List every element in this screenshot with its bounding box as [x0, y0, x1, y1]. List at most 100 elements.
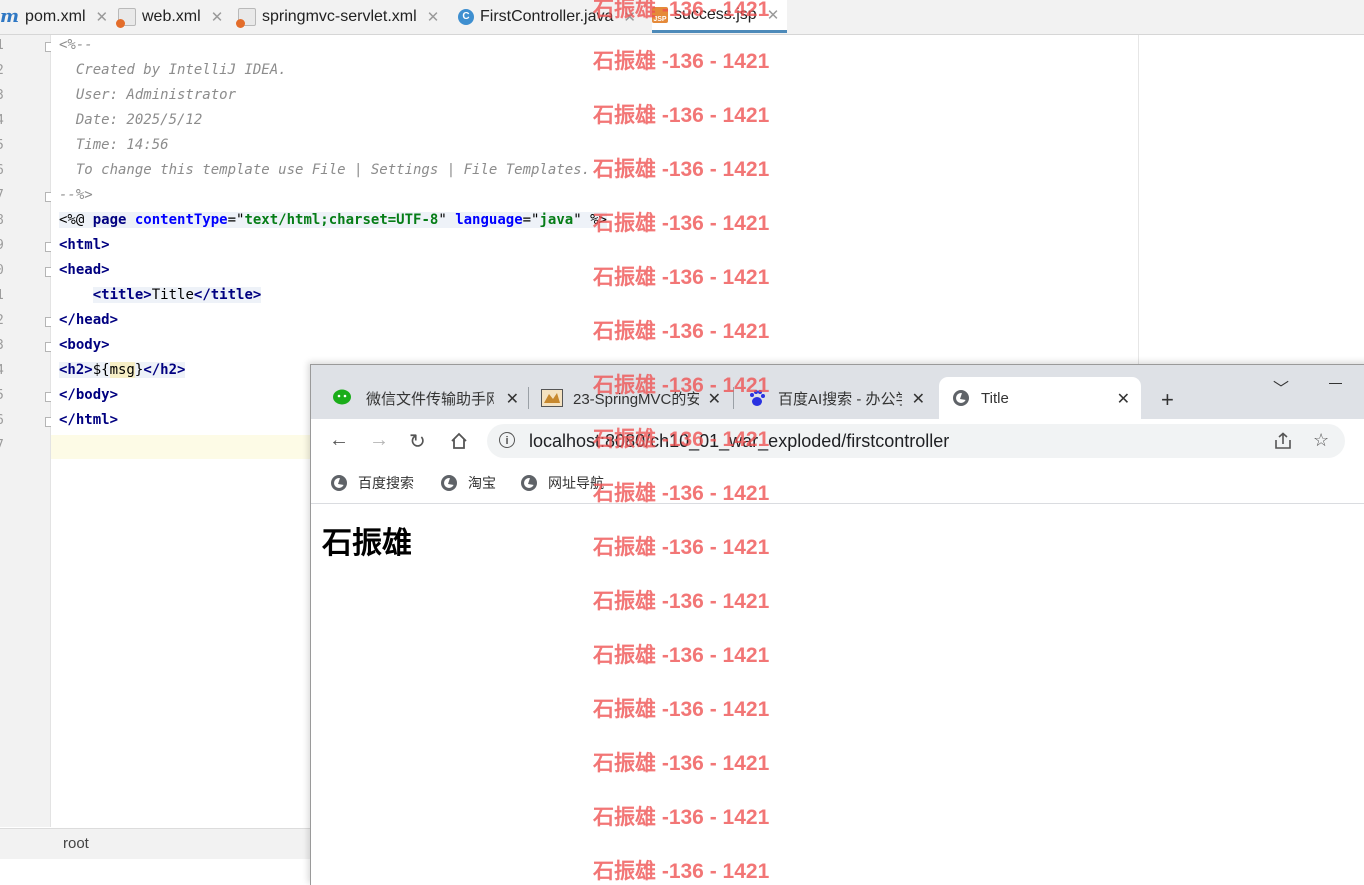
- line-number: 4: [0, 113, 10, 128]
- code-line-comment-close: --%>: [59, 187, 93, 203]
- close-tab-icon[interactable]: ✕: [1117, 389, 1130, 409]
- tab-search-chevron-icon[interactable]: ﹀: [1273, 375, 1289, 399]
- tab-success-jsp[interactable]: JSP success.jsp ✕: [652, 0, 788, 33]
- line-number-gutter: 1 2 3 4 5 6 7 8 9 0 1 2 3 4 5 6 7: [0, 35, 55, 827]
- browser-tab-title: 微信文件传输助手网页版: [366, 390, 494, 408]
- directive-keyword: page: [92, 212, 135, 228]
- java-class-icon: C: [458, 8, 474, 25]
- bookmark-star-icon[interactable]: ☆: [1313, 430, 1329, 451]
- browser-tab-title: 23-SpringMVC的安装: [573, 390, 699, 408]
- reload-icon[interactable]: ↻: [409, 429, 426, 454]
- line-number: 1: [0, 38, 10, 53]
- line-number: 7: [0, 438, 10, 453]
- home-icon[interactable]: [450, 432, 468, 450]
- site-info-icon[interactable]: i: [499, 432, 515, 448]
- close-icon[interactable]: ✕: [96, 8, 109, 26]
- tab-label: success.jsp: [674, 6, 757, 23]
- line-number: 2: [0, 63, 10, 78]
- h2-open-tag: <h2>: [59, 362, 93, 378]
- code-line-head-close: </head>: [59, 312, 119, 328]
- code-line-page-directive: <%@ page contentType="text/html;charset=…: [59, 212, 607, 228]
- close-icon[interactable]: ✕: [427, 8, 440, 26]
- bookmark-taobao[interactable]: 淘宝: [441, 473, 496, 493]
- line-number: 0: [0, 263, 10, 278]
- h2-close-tag: </h2>: [143, 362, 186, 378]
- tab-label: pom.xml: [25, 7, 86, 25]
- share-icon[interactable]: [1273, 432, 1293, 450]
- bookmark-baidu-search[interactable]: 百度搜索: [331, 473, 414, 493]
- globe-icon: [331, 475, 347, 491]
- line-number: 8: [0, 213, 10, 228]
- title-close-tag: </title>: [193, 287, 262, 303]
- browser-tab-title: 百度AI搜索 - 办公学习: [778, 390, 902, 408]
- title-text: Title: [151, 287, 194, 303]
- close-icon[interactable]: ✕: [211, 8, 224, 26]
- line-number: 9: [0, 238, 10, 253]
- jsp-file-icon: JSP: [652, 7, 668, 23]
- close-tab-icon[interactable]: ✕: [506, 389, 519, 409]
- globe-icon: [521, 475, 537, 491]
- xml-file-icon: [116, 7, 136, 28]
- bookmarks-bar: 百度搜索 淘宝 网址导航: [311, 463, 1364, 504]
- bookmark-url-nav[interactable]: 网址导航: [521, 473, 604, 493]
- forward-arrow-icon[interactable]: →: [369, 429, 389, 452]
- code-line-comment: User: Administrator: [59, 87, 237, 103]
- code-line-title: <title>Title</title>: [59, 287, 262, 303]
- equals-quote: =": [227, 212, 245, 228]
- browser-tab-wechat[interactable]: 微信文件传输助手网页版 ✕: [333, 377, 519, 419]
- current-line-highlight: [51, 435, 321, 459]
- el-variable: msg: [109, 362, 135, 378]
- attribute-name: contentType: [134, 212, 228, 228]
- browser-tab-springmvc[interactable]: 23-SpringMVC的安装 ✕: [541, 377, 721, 419]
- code-line-comment: Date: 2025/5/12: [59, 112, 203, 128]
- tab-first-controller-java[interactable]: C FirstController.java ✕: [458, 0, 636, 33]
- baidu-icon: [750, 390, 765, 406]
- browser-tab-title-active[interactable]: Title ✕: [939, 377, 1141, 419]
- line-number: 3: [0, 338, 10, 353]
- line-number: 1: [0, 288, 10, 303]
- title-open-tag: <title>: [92, 287, 152, 303]
- browser-window: 微信文件传输助手网页版 ✕ 23-SpringMVC的安装 ✕ 百度AI搜索 -…: [310, 364, 1364, 885]
- line-number: 7: [0, 188, 10, 203]
- tab-pom-xml[interactable]: m pom.xml ✕: [0, 0, 108, 33]
- globe-icon: [441, 475, 457, 491]
- page-heading: 石振雄: [322, 526, 412, 561]
- line-number: 5: [0, 388, 10, 403]
- code-line-h2: <h2>${msg}</h2>: [59, 362, 186, 378]
- page-content: 石振雄: [311, 504, 1364, 885]
- tab-separator: [733, 387, 734, 409]
- bookmark-label: 百度搜索: [358, 475, 414, 491]
- back-arrow-icon[interactable]: ←: [329, 429, 349, 452]
- close-tab-icon[interactable]: ✕: [912, 389, 925, 409]
- tab-springmvc-servlet-xml[interactable]: springmvc-servlet.xml ✕: [236, 0, 440, 33]
- breadcrumb-root[interactable]: root: [63, 835, 89, 852]
- tab-label: web.xml: [142, 7, 201, 25]
- attribute-value: java: [539, 212, 574, 228]
- code-line-html-close: </html>: [59, 412, 119, 428]
- browser-tab-baidu[interactable]: 百度AI搜索 - 办公学习 ✕: [748, 377, 925, 419]
- code-line-head-open: <head>: [59, 262, 110, 278]
- tab-web-xml[interactable]: web.xml ✕: [116, 0, 224, 33]
- browser-tab-strip: 微信文件传输助手网页版 ✕ 23-SpringMVC的安装 ✕ 百度AI搜索 -…: [311, 365, 1364, 419]
- browser-tab-title: Title: [981, 389, 1009, 407]
- close-tab-icon[interactable]: ✕: [708, 389, 721, 409]
- url-text[interactable]: localhost:8080/ch10_01_war_exploded/firs…: [529, 431, 949, 452]
- code-line-comment: Created by IntelliJ IDEA.: [59, 62, 287, 78]
- tomcat-icon: [541, 389, 563, 407]
- tab-separator: [528, 387, 529, 409]
- close-icon[interactable]: ✕: [767, 6, 780, 24]
- close-icon[interactable]: ✕: [623, 8, 636, 26]
- globe-icon: [953, 390, 969, 406]
- equals-quote: =": [522, 212, 540, 228]
- new-tab-button[interactable]: +: [1161, 387, 1174, 413]
- editor-tab-bar: m pom.xml ✕ web.xml ✕ springmvc-servlet.…: [0, 0, 1364, 35]
- line-number: 4: [0, 363, 10, 378]
- wechat-icon: [333, 389, 351, 405]
- minimize-button[interactable]: [1329, 383, 1342, 384]
- maven-icon: m: [0, 6, 20, 27]
- quote: ": [438, 212, 456, 228]
- address-bar[interactable]: i localhost:8080/ch10_01_war_exploded/fi…: [487, 424, 1345, 458]
- line-number: 6: [0, 163, 10, 178]
- directive-close: %>: [590, 212, 607, 228]
